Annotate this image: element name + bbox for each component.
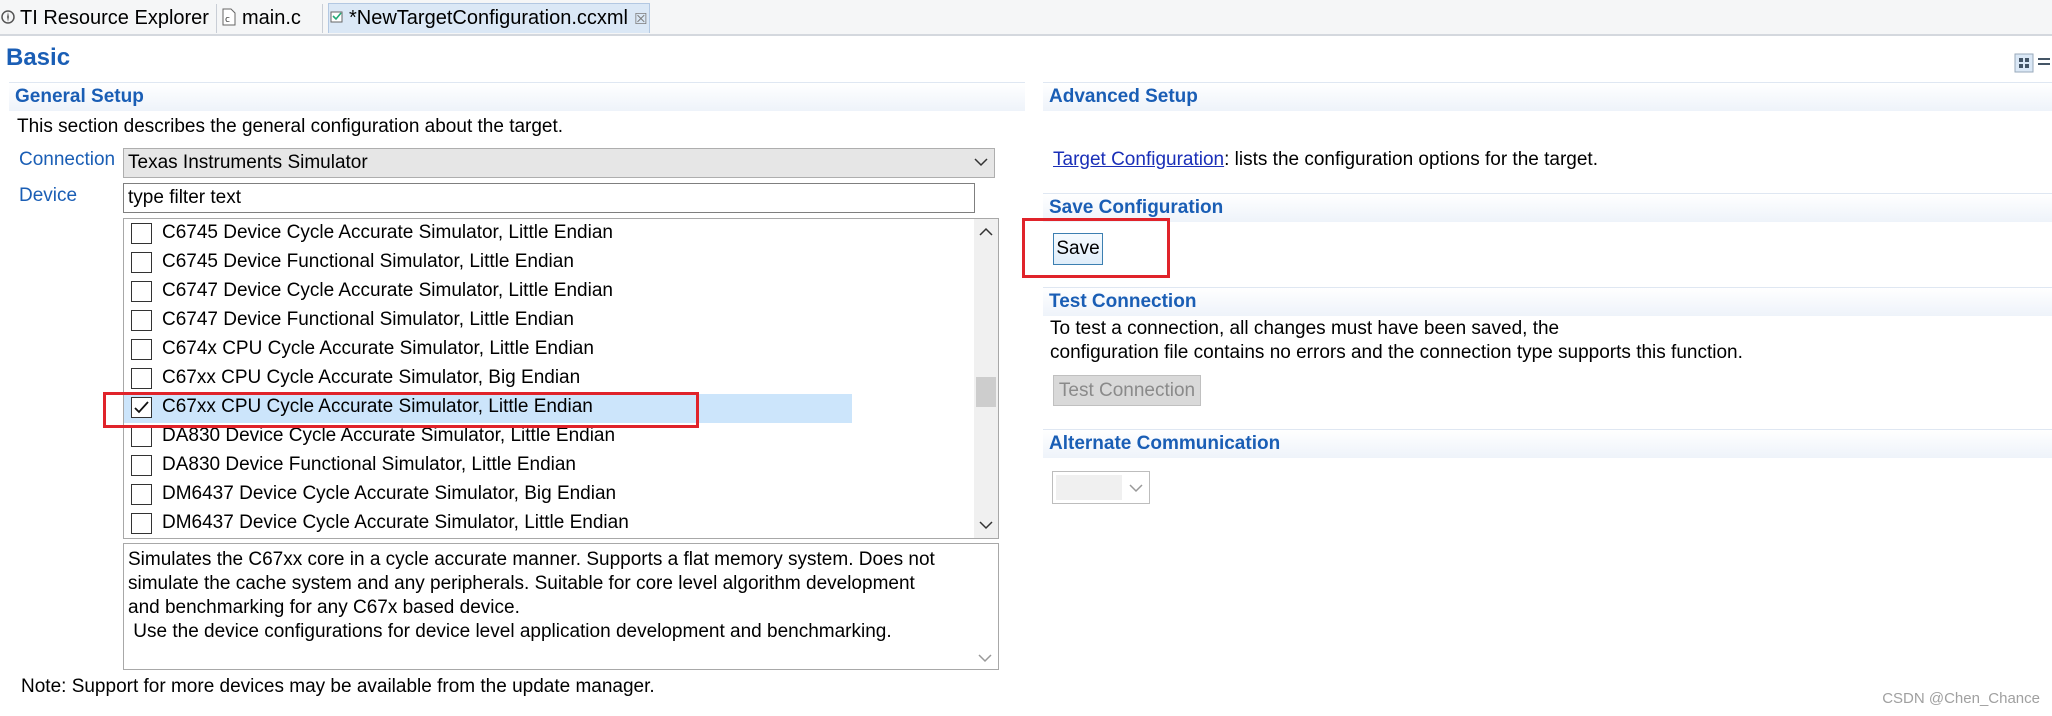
- description-line: and benchmarking for any C67x based devi…: [128, 597, 520, 618]
- checkbox[interactable]: [131, 310, 152, 331]
- advanced-setup-header: Advanced Setup: [1043, 82, 2052, 111]
- checkbox[interactable]: [131, 252, 152, 273]
- tab-main-c[interactable]: c main.c: [222, 4, 323, 33]
- svg-text:c: c: [225, 15, 230, 25]
- link-description: : lists the configuration options for th…: [1224, 149, 1598, 170]
- view-toggle-icon[interactable]: [2014, 53, 2052, 73]
- checkbox[interactable]: [131, 455, 152, 476]
- checkbox[interactable]: [131, 484, 152, 505]
- checkbox[interactable]: [131, 223, 152, 244]
- device-label: Device: [19, 185, 78, 206]
- annotation-box-selected-device: [103, 392, 699, 428]
- device-row[interactable]: C6747 Device Functional Simulator, Littl…: [124, 307, 824, 336]
- device-label: C6745 Device Cycle Accurate Simulator, L…: [162, 222, 613, 243]
- device-row[interactable]: C6745 Device Functional Simulator, Littl…: [124, 249, 824, 278]
- device-filter-input[interactable]: type filter text: [123, 183, 975, 213]
- target-configuration-link[interactable]: Target Configuration: [1053, 149, 1224, 170]
- device-label: C674x CPU Cycle Accurate Simulator, Litt…: [162, 338, 594, 359]
- device-label: C6747 Device Cycle Accurate Simulator, L…: [162, 280, 613, 301]
- device-label: C6747 Device Functional Simulator, Littl…: [162, 309, 574, 330]
- target-config-icon: [329, 6, 345, 24]
- save-configuration-header: Save Configuration: [1043, 193, 2052, 222]
- editor-tab-bar: TI Resource Explorer c main.c *NewTarget…: [0, 0, 2052, 36]
- test-connection-text-2: configuration file contains no errors an…: [1050, 342, 1743, 363]
- device-label: DM6437 Device Cycle Accurate Simulator, …: [162, 512, 629, 533]
- alternate-communication-select[interactable]: [1052, 471, 1150, 504]
- device-row[interactable]: DM6437 Device Cycle Accurate Simulator, …: [124, 481, 824, 510]
- device-label: DA830 Device Cycle Accurate Simulator, L…: [162, 425, 616, 446]
- chevron-down-icon[interactable]: [979, 520, 993, 530]
- tab-label: main.c: [242, 7, 301, 29]
- description-line: simulate the cache system and any periph…: [128, 573, 915, 594]
- watermark: CSDN @Chen_Chance: [1882, 690, 2040, 707]
- test-connection-button[interactable]: Test Connection: [1053, 375, 1201, 406]
- scroll-thumb[interactable]: [976, 377, 996, 407]
- connection-label: Connection: [19, 149, 116, 170]
- ti-resource-icon: [0, 6, 16, 24]
- tab-new-target-configuration[interactable]: *NewTargetConfiguration.ccxml ☒: [328, 3, 650, 33]
- device-label: DA830 Device Functional Simulator, Littl…: [162, 454, 577, 475]
- device-description-box: Simulates the C67xx core in a cycle accu…: [123, 543, 999, 670]
- device-list-scrollbar[interactable]: [974, 219, 998, 538]
- checkbox[interactable]: [131, 368, 152, 389]
- alternate-communication-header: Alternate Communication: [1043, 429, 2052, 458]
- tab-ti-resource-explorer[interactable]: TI Resource Explorer: [0, 4, 217, 33]
- device-row[interactable]: DM6437 Device Cycle Accurate Simulator, …: [124, 510, 824, 538]
- connection-select[interactable]: Texas Instruments Simulator: [123, 148, 995, 178]
- chevron-down-icon: [974, 158, 988, 167]
- checkbox[interactable]: [131, 281, 152, 302]
- close-icon[interactable]: ☒: [634, 11, 647, 28]
- annotation-box-save: [1022, 218, 1170, 278]
- chevron-down-icon[interactable]: [978, 653, 992, 663]
- general-description: This section describes the general confi…: [17, 116, 564, 137]
- device-row[interactable]: DA830 Device Functional Simulator, Littl…: [124, 452, 824, 481]
- filter-text: type filter text: [128, 187, 241, 208]
- alternate-value: [1056, 475, 1122, 500]
- device-row[interactable]: C6745 Device Cycle Accurate Simulator, L…: [124, 220, 824, 249]
- advanced-setup-text: Target Configuration: lists the configur…: [1053, 148, 1598, 172]
- device-label: DM6437 Device Cycle Accurate Simulator, …: [162, 483, 617, 504]
- test-connection-text-1: To test a connection, all changes must h…: [1050, 318, 1560, 339]
- page-title: Basic: [6, 44, 71, 71]
- device-label: C67xx CPU Cycle Accurate Simulator, Big …: [162, 367, 581, 388]
- c-file-icon: c: [222, 6, 238, 26]
- update-manager-note: Note: Support for more devices may be av…: [21, 676, 655, 697]
- checkbox[interactable]: [131, 339, 152, 360]
- device-list[interactable]: C6745 Device Cycle Accurate Simulator, L…: [123, 218, 999, 539]
- device-row[interactable]: C67xx CPU Cycle Accurate Simulator, Big …: [124, 365, 824, 394]
- test-connection-header: Test Connection: [1043, 287, 2052, 316]
- description-line: Use the device configurations for device…: [128, 621, 892, 642]
- device-row[interactable]: C6747 Device Cycle Accurate Simulator, L…: [124, 278, 824, 307]
- chevron-up-icon[interactable]: [979, 227, 993, 237]
- chevron-down-icon: [1129, 484, 1143, 493]
- device-label: C6745 Device Functional Simulator, Littl…: [162, 251, 574, 272]
- general-setup-header: General Setup: [9, 82, 1025, 111]
- tab-label: *NewTargetConfiguration.ccxml: [349, 7, 629, 29]
- device-row[interactable]: C674x CPU Cycle Accurate Simulator, Litt…: [124, 336, 824, 365]
- description-line: Simulates the C67xx core in a cycle accu…: [128, 549, 935, 570]
- checkbox[interactable]: [131, 426, 152, 447]
- tab-label: TI Resource Explorer: [20, 7, 209, 29]
- checkbox[interactable]: [131, 513, 152, 534]
- connection-value: Texas Instruments Simulator: [128, 152, 368, 173]
